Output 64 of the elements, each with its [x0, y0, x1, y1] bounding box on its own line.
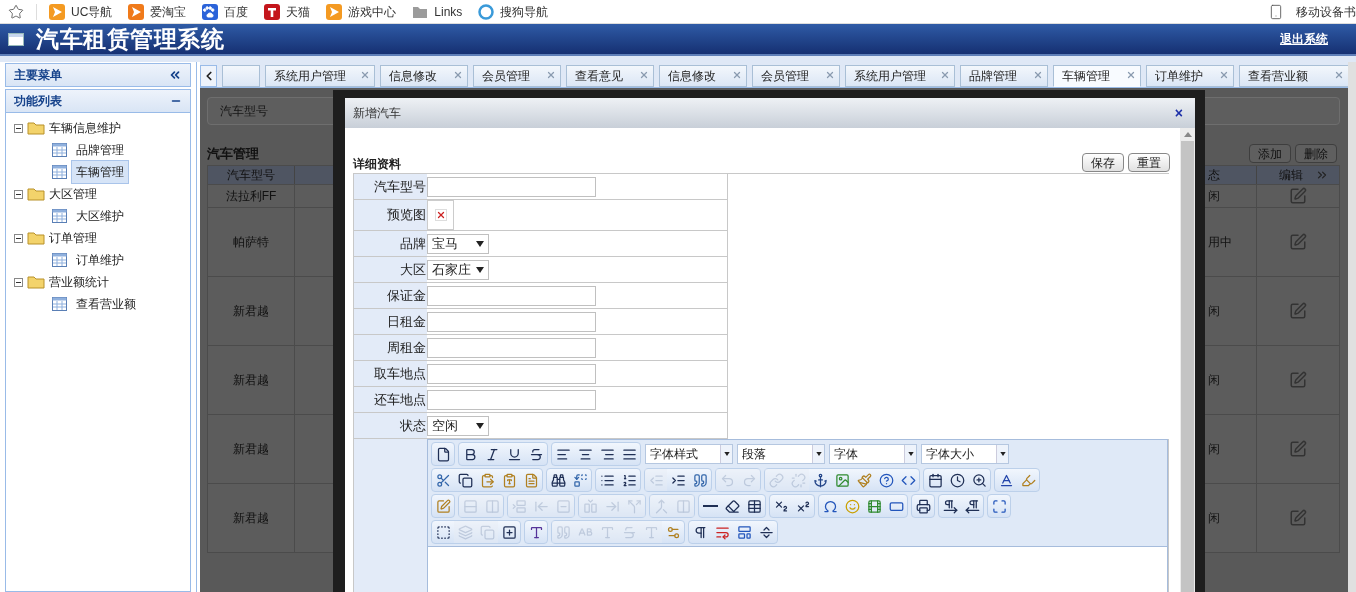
bookmark-link[interactable]: 百度	[202, 2, 249, 21]
tree-item[interactable]: 品牌管理	[71, 138, 129, 162]
app-title: 汽车租赁管理系统	[36, 24, 225, 54]
table-cell-text: 闲	[1208, 441, 1221, 458]
table-cell-text: 闲	[1208, 510, 1221, 527]
field-label: 品牌	[354, 231, 427, 256]
bookmark-link[interactable]: 天猫	[264, 2, 311, 21]
bookmark-link[interactable]: Links	[412, 2, 463, 21]
tree-folder[interactable]: 大区管理	[49, 185, 97, 203]
format-dropdown[interactable]: 段落	[737, 444, 825, 464]
section-title: 功能列表	[14, 93, 62, 110]
section-title: 详细资料	[353, 156, 401, 173]
tree-item[interactable]: 订单维护	[71, 248, 129, 272]
tab[interactable]: 会员管理	[473, 65, 561, 87]
field-label: 预览图	[354, 200, 427, 230]
format-dropdown[interactable]: 字体	[829, 444, 917, 464]
tab[interactable]: 车辆管理	[1053, 65, 1141, 87]
search-label: 汽车型号	[220, 103, 268, 120]
close-button[interactable]: ×	[1174, 106, 1183, 120]
field-label: 还车地点	[354, 387, 427, 412]
table-cell-text: 闲	[1208, 372, 1221, 389]
tree-item[interactable]: 车辆管理	[71, 160, 129, 184]
bookmark-link[interactable]: 搜狗导航	[478, 2, 549, 21]
form-button[interactable]: 重置	[1128, 153, 1170, 172]
logout-link[interactable]: 退出系统	[1280, 30, 1328, 48]
tab[interactable]: 查看意见	[566, 65, 654, 87]
select-field[interactable]: 石家庄	[427, 259, 489, 280]
column-header: 态	[1208, 167, 1221, 184]
tab[interactable]: 品牌管理	[960, 65, 1048, 87]
tab[interactable]: 查看营业额	[1239, 65, 1348, 87]
tab[interactable]: 系统用户管理	[845, 65, 955, 87]
menu-title: 主要菜单	[14, 67, 62, 84]
format-dropdown[interactable]: 字体大小	[921, 444, 1009, 464]
tree-folder[interactable]: 车辆信息维护	[49, 119, 121, 137]
tree-folder[interactable]: 订单管理	[49, 229, 97, 247]
dialog-title: 新增汽车	[353, 105, 401, 122]
bookmark-link[interactable]: 游戏中心	[326, 2, 397, 21]
panel-heading: 汽车管理	[207, 144, 259, 163]
field-label: 大区	[354, 257, 427, 282]
select-field[interactable]: 宝马	[427, 233, 489, 254]
tab[interactable]: 系统用户管理	[265, 65, 375, 87]
field-label: 汽车型号	[354, 174, 427, 199]
form-button[interactable]: 保存	[1082, 153, 1124, 172]
table-cell-text: 闲	[1208, 188, 1221, 205]
table-cell-text: 闲	[1208, 303, 1221, 320]
mobile-bookmarks-link[interactable]: 移动设备书	[1296, 2, 1356, 21]
field-label: 日租金	[354, 309, 427, 334]
field-label: 周租金	[354, 335, 427, 360]
field-label: 保证金	[354, 283, 427, 308]
tab[interactable]: 信息修改	[380, 65, 468, 87]
format-dropdown[interactable]: 字体样式	[645, 444, 733, 464]
tree-folder[interactable]: 营业额统计	[49, 273, 109, 291]
field-label: 状态	[354, 413, 427, 438]
table-cell-text: 用中	[1208, 234, 1233, 251]
tab[interactable]: 信息修改	[659, 65, 747, 87]
tree-item[interactable]: 大区维护	[71, 204, 129, 228]
tab[interactable]: 订单维护	[1146, 65, 1234, 87]
bookmark-link[interactable]: 爱淘宝	[128, 2, 187, 21]
field-label: 取车地点	[354, 361, 427, 386]
table-cell: 新君越	[208, 484, 295, 552]
tree-item[interactable]: 查看营业额	[71, 292, 141, 316]
tab[interactable]: 会员管理	[752, 65, 840, 87]
select-field[interactable]: 空闲	[427, 415, 489, 436]
bookmark-link[interactable]: UC导航	[49, 2, 113, 21]
